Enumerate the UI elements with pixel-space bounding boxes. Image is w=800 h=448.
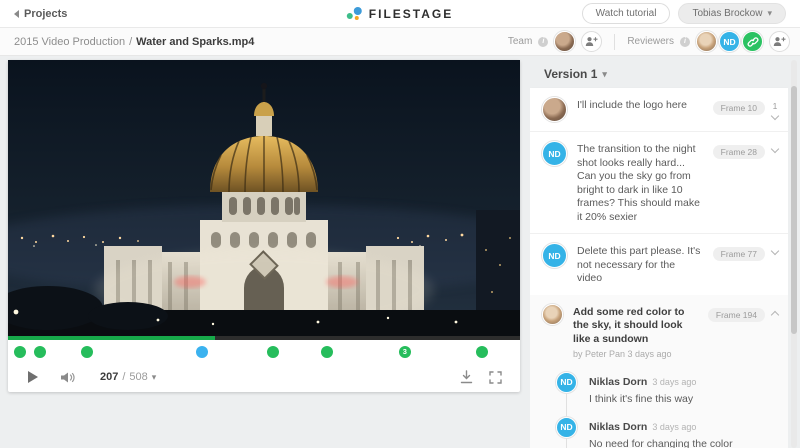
timeline-marker[interactable] (476, 346, 488, 358)
add-reviewer-button[interactable] (769, 31, 790, 52)
add-team-member-button[interactable] (581, 31, 602, 52)
total-frames: 508 (129, 371, 147, 383)
panel-scrollbar[interactable] (791, 60, 797, 448)
team-info-icon[interactable] (538, 37, 548, 47)
breadcrumb-separator: / (129, 36, 132, 48)
reply-thread: ND Niklas Dorn 3 days ago I think it's fi… (556, 372, 778, 448)
version-label: Version 1 (544, 67, 597, 81)
scrollbar-thumb[interactable] (791, 86, 797, 334)
back-to-projects-link[interactable]: Projects (14, 8, 67, 20)
reply-item[interactable]: ND Niklas Dorn 3 days ago I think it's fi… (556, 372, 778, 405)
filestage-logo-icon (347, 7, 363, 21)
timeline-marker[interactable]: 3 (399, 346, 411, 358)
timeline-marker[interactable] (321, 346, 333, 358)
player-controls: 207 / 508 (8, 362, 520, 392)
frame-badge[interactable]: Frame 77 (713, 247, 765, 261)
timeline-marker[interactable] (196, 346, 208, 358)
frame-badge[interactable]: Frame 28 (713, 145, 765, 159)
chevron-down-icon (771, 112, 779, 120)
reply-time: 3 days ago (652, 377, 696, 387)
top-header: Projects FILESTAGE Watch tutorial Tobias… (0, 0, 800, 28)
comment-byline: by Peter Pan 3 days ago (573, 348, 698, 362)
file-bar: 2015 Video Production / Water and Sparks… (0, 28, 800, 56)
filestage-logo: FILESTAGE (347, 7, 453, 21)
download-button[interactable] (460, 370, 473, 384)
commenter-avatar (542, 304, 563, 325)
comment-text: Add some red color to the sky, it should… (573, 304, 698, 362)
timeline-marker[interactable] (34, 346, 46, 358)
person-add-icon (585, 36, 598, 47)
back-label: Projects (24, 8, 67, 20)
timeline-marker[interactable] (81, 346, 93, 358)
reviewer-share-link-avatar[interactable] (742, 31, 763, 52)
frame-badge[interactable]: Frame 194 (708, 308, 765, 322)
comment-text: The transition to the night shot looks r… (577, 141, 703, 224)
reply-author: Niklas Dorn (589, 421, 647, 433)
reply-text: No need for changing the color (589, 438, 733, 448)
breadcrumb: 2015 Video Production / Water and Sparks… (14, 36, 254, 48)
comment-card[interactable]: I'll include the logo here Frame 10 1 (530, 88, 788, 131)
reply-avatar: ND (556, 417, 577, 438)
reviewers-label: Reviewers (627, 36, 674, 47)
team-label: Team (508, 36, 532, 47)
fullscreen-button[interactable] (489, 371, 502, 384)
commenter-avatar: ND (542, 141, 567, 166)
reply-time: 3 days ago (652, 422, 696, 432)
volume-button[interactable] (60, 371, 76, 384)
people-divider (614, 34, 615, 50)
chevron-up-icon[interactable] (771, 310, 779, 318)
reviewer-avatar-photo[interactable] (696, 31, 717, 52)
reviewer-avatar-initials[interactable]: ND (719, 31, 740, 52)
reply-count: 1 (773, 101, 778, 111)
commenter-avatar: ND (542, 243, 567, 268)
fullscreen-icon (489, 371, 502, 384)
video-frame[interactable] (8, 60, 520, 336)
team-member-avatar[interactable] (554, 31, 575, 52)
back-arrow-icon (14, 10, 19, 18)
video-still-palace-night (8, 60, 520, 336)
link-icon (747, 36, 759, 48)
speaker-icon (60, 371, 76, 384)
reviewers-info-icon[interactable] (680, 37, 690, 47)
reply-item[interactable]: ND Niklas Dorn 3 days ago No need for cha… (556, 417, 778, 448)
comment-card[interactable]: ND The transition to the night shot look… (530, 131, 788, 233)
breadcrumb-filename: Water and Sparks.mp4 (136, 36, 254, 48)
comment-card[interactable]: ND Delete this part please. It's not nec… (530, 233, 788, 295)
watch-tutorial-button[interactable]: Watch tutorial (582, 3, 671, 24)
reply-text: I think it's fine this way (589, 393, 696, 405)
download-icon (460, 370, 473, 384)
frame-separator: / (122, 371, 125, 383)
timeline-markers: 3 (8, 340, 520, 362)
logo-text: FILESTAGE (369, 7, 453, 21)
chevron-down-icon[interactable] (771, 247, 779, 255)
video-player-card: 3 207 / 508 (8, 60, 520, 392)
frame-counter-dropdown[interactable]: 207 / 508 (100, 371, 156, 383)
play-button[interactable] (28, 371, 38, 383)
frame-badge[interactable]: Frame 10 (713, 101, 765, 115)
timeline-marker[interactable] (14, 346, 26, 358)
reply-author: Niklas Dorn (589, 376, 647, 388)
current-frame: 207 (100, 371, 118, 383)
reply-avatar: ND (556, 372, 577, 393)
chevron-down-icon[interactable] (771, 145, 779, 153)
comment-card-expanded[interactable]: Add some red color to the sky, it should… (530, 295, 788, 448)
commenter-avatar (542, 97, 567, 122)
timeline-marker[interactable] (267, 346, 279, 358)
user-menu-button[interactable]: Tobias Brockow (678, 3, 786, 24)
person-add-icon (773, 36, 786, 47)
comment-text: Delete this part please. It's not necess… (577, 243, 703, 286)
comments-panel: Version 1 I'll include the logo here Fra… (530, 60, 788, 448)
comment-text: I'll include the logo here (577, 97, 703, 122)
breadcrumb-project[interactable]: 2015 Video Production (14, 36, 125, 48)
reply-count-badge[interactable]: 1 (772, 101, 778, 119)
version-selector[interactable]: Version 1 (530, 60, 788, 88)
user-name: Tobias Brockow (692, 8, 762, 19)
